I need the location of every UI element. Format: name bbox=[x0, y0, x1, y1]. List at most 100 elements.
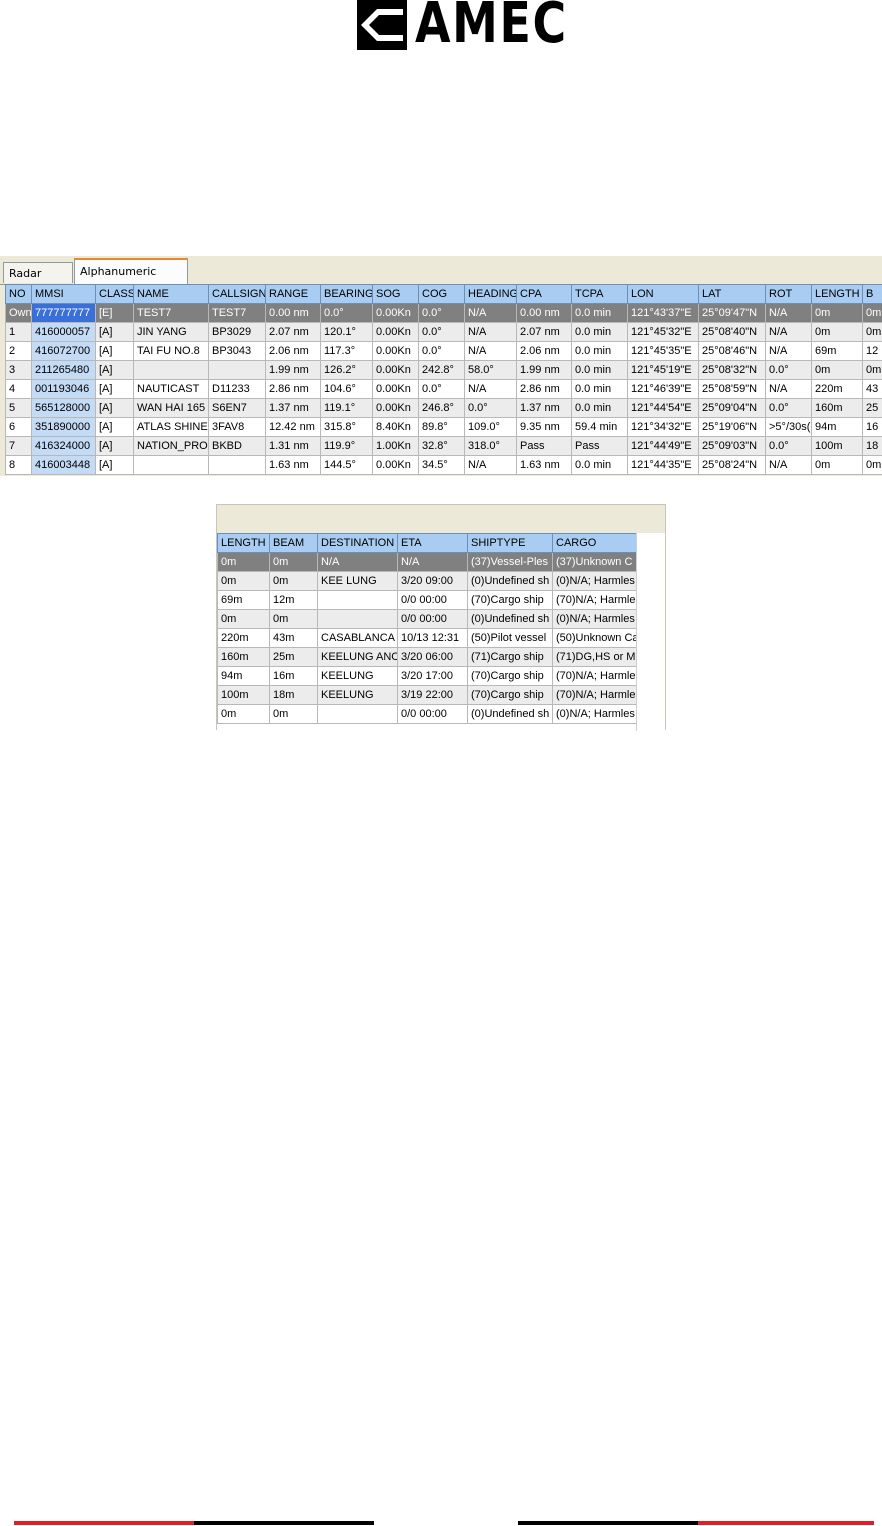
table-cell: 0m bbox=[269, 609, 318, 629]
table-cell: 0.0° bbox=[320, 303, 373, 323]
table-cell: [A] bbox=[95, 360, 134, 380]
table-cell: 1.99 nm bbox=[265, 360, 321, 380]
column-header[interactable]: LENGTH bbox=[811, 284, 863, 304]
column-header[interactable]: RANGE bbox=[265, 284, 321, 304]
column-header[interactable]: ETA bbox=[397, 533, 468, 553]
table-cell: 0m bbox=[269, 552, 318, 572]
table-viewport: LENGTH BEAM DESTINATION ETA SHIPTYPE CARGO 0m… bbox=[217, 533, 665, 731]
table-cell: (0)Undefined sh bbox=[467, 571, 553, 591]
table-cell: S6EN7 bbox=[208, 398, 266, 418]
table-row[interactable]: 7 416324000 [A] NATION_PRO BKBD 1.31 nm 119.9°… bbox=[5, 436, 882, 456]
logo-text: AMEC bbox=[415, 0, 568, 56]
table-row[interactable]: 2 416072700 [A] TAI FU NO.8 BP3043 2.06 nm 117… bbox=[5, 341, 882, 361]
table-cell: TEST7 bbox=[133, 303, 209, 323]
table-cell: 0m bbox=[217, 571, 270, 591]
column-header[interactable]: NAME bbox=[133, 284, 209, 304]
table-cell: 0.00Kn bbox=[372, 398, 419, 418]
table-header-row: NO MMSI CLASS NAME CALLSIGN RANGE BEARING SOG CO… bbox=[5, 284, 882, 304]
table-cell: 1.63 nm bbox=[516, 455, 572, 475]
column-header[interactable]: COG bbox=[418, 284, 465, 304]
column-header[interactable]: NO bbox=[5, 284, 32, 304]
table-cell: 0/0 00:00 bbox=[397, 704, 468, 724]
column-header[interactable]: BEARING bbox=[320, 284, 373, 304]
table-cell: 0m bbox=[811, 322, 863, 342]
column-header[interactable]: DESTINATION bbox=[317, 533, 398, 553]
table-cell: 0.0° bbox=[418, 322, 465, 342]
table-cell: 5 bbox=[5, 398, 32, 418]
table-cell: N/A bbox=[464, 341, 517, 361]
table-cell: 121°44'54"E bbox=[627, 398, 699, 418]
table-row[interactable]: 3 211265480 [A] 1.99 nm 126.2° 0.00Kn 242.8° 58… bbox=[5, 360, 882, 380]
table-cell: 0.00Kn bbox=[372, 360, 419, 380]
table-row[interactable]: 5 565128000 [A] WAN HAI 165 S6EN7 1.37 nm 119.… bbox=[5, 398, 882, 418]
table-cell: (0)N/A; Harmles bbox=[552, 609, 639, 629]
table-cell: 0.00Kn bbox=[372, 341, 419, 361]
table-cell: 126.2° bbox=[320, 360, 373, 380]
table-cell: 94m bbox=[217, 666, 270, 686]
table-cell: N/A bbox=[464, 303, 517, 323]
column-header[interactable]: ROT bbox=[765, 284, 812, 304]
table-cell: TAI FU NO.8 bbox=[133, 341, 209, 361]
column-header[interactable]: CPA bbox=[516, 284, 572, 304]
table-row[interactable]: 6 351890000 [A] ATLAS SHINE 3FAV8 12.42 nm 315… bbox=[5, 417, 882, 437]
view-tabbar: Radar View Alphanumeric View bbox=[0, 256, 882, 302]
column-header[interactable]: HEADING bbox=[464, 284, 517, 304]
table-cell: 119.9° bbox=[320, 436, 373, 456]
column-header[interactable]: LAT bbox=[698, 284, 766, 304]
tab-alphanumeric-view[interactable]: Alphanumeric View bbox=[74, 258, 188, 302]
table-row[interactable]: 160m 25m KEELUNG ANC 3/20 06:00 (71)Cargo sh… bbox=[217, 647, 639, 667]
table-cell: 2.06 nm bbox=[265, 341, 321, 361]
table-cell: 0.00Kn bbox=[372, 322, 419, 342]
vertical-scrollbar[interactable] bbox=[636, 533, 665, 731]
table-row[interactable]: 0m 0m KEE LUNG 3/20 09:00 (0)Undefined sh (0)… bbox=[217, 571, 639, 591]
table-cell: [A] bbox=[95, 417, 134, 437]
table-cell: (0)Undefined sh bbox=[467, 704, 553, 724]
table-cell: N/A bbox=[765, 455, 812, 475]
table-cell: 2.07 nm bbox=[265, 322, 321, 342]
column-header[interactable]: SOG bbox=[372, 284, 419, 304]
column-header[interactable]: CALLSIGN bbox=[208, 284, 266, 304]
table-cell: 2 bbox=[5, 341, 32, 361]
column-header[interactable]: LENGTH bbox=[217, 533, 270, 553]
column-header[interactable]: LON bbox=[627, 284, 699, 304]
table-cell: NAUTICAST bbox=[133, 379, 209, 399]
column-header[interactable]: SHIPTYPE bbox=[467, 533, 553, 553]
table-cell: 43m bbox=[269, 628, 318, 648]
table-cell: 25°08'24"N bbox=[698, 455, 766, 475]
column-header[interactable]: CARGO bbox=[552, 533, 639, 553]
table-row[interactable]: 220m 43m CASABLANCA 10/13 12:31 (50)Pilot ve… bbox=[217, 628, 639, 648]
column-header[interactable]: TCPA bbox=[571, 284, 628, 304]
column-header[interactable]: CLASS bbox=[95, 284, 134, 304]
table-cell: [A] bbox=[95, 322, 134, 342]
table-row[interactable]: 4 001193046 [A] NAUTICAST D11233 2.86 nm 104.6… bbox=[5, 379, 882, 399]
column-header[interactable]: BEAM bbox=[269, 533, 318, 553]
table-cell: 0m bbox=[269, 571, 318, 591]
table-row[interactable]: 69m 12m 0/0 00:00 (70)Cargo ship (70)N/A; Ha… bbox=[217, 590, 639, 610]
table-cell: D11233 bbox=[208, 379, 266, 399]
table-cell: (70)Cargo ship bbox=[467, 666, 553, 686]
table-cell: (70)N/A; Harmle bbox=[552, 685, 639, 705]
table-row[interactable]: 0m 0m 0/0 00:00 (0)Undefined sh (0)N/A; Harm… bbox=[217, 704, 639, 724]
table-row[interactable]: 0m 0m 0/0 00:00 (0)Undefined sh (0)N/A; Harm… bbox=[217, 609, 639, 629]
column-header[interactable]: B bbox=[862, 284, 882, 304]
table-row[interactable]: 100m 18m KEELUNG 3/19 22:00 (70)Cargo ship (7… bbox=[217, 685, 639, 705]
table-cell bbox=[208, 455, 266, 475]
tab-radar-view[interactable]: Radar View bbox=[3, 262, 73, 301]
table-cell: 120.1° bbox=[320, 322, 373, 342]
table-cell: N/A bbox=[464, 455, 517, 475]
table-cell: 6 bbox=[5, 417, 32, 437]
column-header[interactable]: MMSI bbox=[31, 284, 96, 304]
table-row[interactable]: 8 416003448 [A] 1.63 nm 144.5° 0.00Kn 34.5° N/A… bbox=[5, 455, 882, 475]
table-cell: 32.8° bbox=[418, 436, 465, 456]
table-cell: 18m bbox=[269, 685, 318, 705]
scrolled-table-window: LENGTH BEAM DESTINATION ETA SHIPTYPE CARGO 0m… bbox=[216, 504, 666, 731]
table-cell: 0.00 nm bbox=[265, 303, 321, 323]
own-ship-row[interactable]: 0m 0m N/A N/A (37)Vessel-Ples (37)Unknown C bbox=[217, 552, 639, 572]
table-row[interactable]: 1 416000057 [A] JIN YANG BP3029 2.07 nm 120.1°… bbox=[5, 322, 882, 342]
table-cell: 9.35 nm bbox=[516, 417, 572, 437]
own-ship-row[interactable]: Own 777777777 [E] TEST7 TEST7 0.00 nm 0.0° 0.00… bbox=[5, 303, 882, 323]
table-row[interactable]: 94m 16m KEELUNG 3/20 17:00 (70)Cargo ship (70… bbox=[217, 666, 639, 686]
table-cell: (70)N/A; Harmle bbox=[552, 590, 639, 610]
table-cell: 121°45'19"E bbox=[627, 360, 699, 380]
table-cell: N/A bbox=[765, 341, 812, 361]
